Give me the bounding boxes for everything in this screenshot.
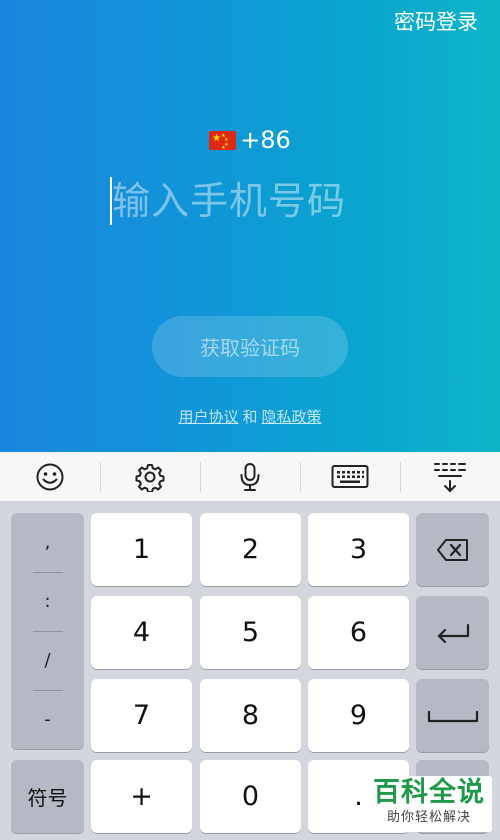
password-login-link[interactable]: 密码登录 [394,8,478,36]
key-8[interactable]: 8 [200,679,301,752]
key-plus[interactable]: + [91,760,192,833]
settings-button[interactable] [100,452,200,501]
backspace-icon [436,538,468,561]
microphone-icon [240,462,260,491]
get-verification-code-button[interactable]: 获取验证码 [152,316,348,377]
keyboard-switch-button[interactable] [300,452,400,501]
agreement-and: 和 [242,408,258,426]
voice-input-button[interactable] [200,452,300,501]
watermark-subtitle: 助你轻松解决 [386,810,471,825]
privacy-policy-link[interactable]: 隐私政策 [262,408,322,426]
key-hyphen[interactable]: - [11,690,84,748]
collapse-keyboard-icon [434,462,466,492]
watermark: 百科全说 助你轻松解决 [366,776,492,832]
key-1[interactable]: 1 [91,513,192,586]
country-selector[interactable]: ★ ★ ★ ★ ★ +86 [0,124,500,156]
symbol-column: , : / - [11,513,84,749]
key-colon[interactable]: : [11,572,84,630]
agreement-text: 用户协议和隐私政策 [0,406,500,427]
key-7[interactable]: 7 [91,679,192,752]
phone-number-input[interactable] [112,174,400,228]
key-0[interactable]: 0 [200,760,301,833]
keyboard-icon [331,464,369,488]
key-6[interactable]: 6 [308,596,409,669]
key-2[interactable]: 2 [200,513,301,586]
key-slash[interactable]: / [11,631,84,689]
space-icon [427,710,478,722]
key-5[interactable]: 5 [200,596,301,669]
emoji-icon [36,463,64,490]
keyboard-toolbar [0,452,500,502]
emoji-button[interactable] [0,452,100,501]
symbols-key[interactable]: 符号 [11,760,84,833]
key-9[interactable]: 9 [308,679,409,752]
phone-row [110,174,400,228]
user-agreement-link[interactable]: 用户协议 [178,408,238,426]
country-code: +86 [240,126,291,154]
login-panel: 密码登录 ★ ★ ★ ★ ★ +86 获取验证码 用户协议和隐私政策 [0,0,500,452]
key-comma[interactable]: , [11,513,84,571]
backspace-key[interactable] [416,513,489,586]
enter-icon [437,623,469,643]
key-4[interactable]: 4 [91,596,192,669]
space-key[interactable] [416,679,489,752]
china-flag-icon: ★ ★ ★ ★ ★ [209,130,237,151]
gear-icon [135,463,165,492]
watermark-title: 百科全说 [373,777,485,808]
key-3[interactable]: 3 [308,513,409,586]
enter-key[interactable] [416,596,489,669]
collapse-keyboard-button[interactable] [400,452,500,501]
